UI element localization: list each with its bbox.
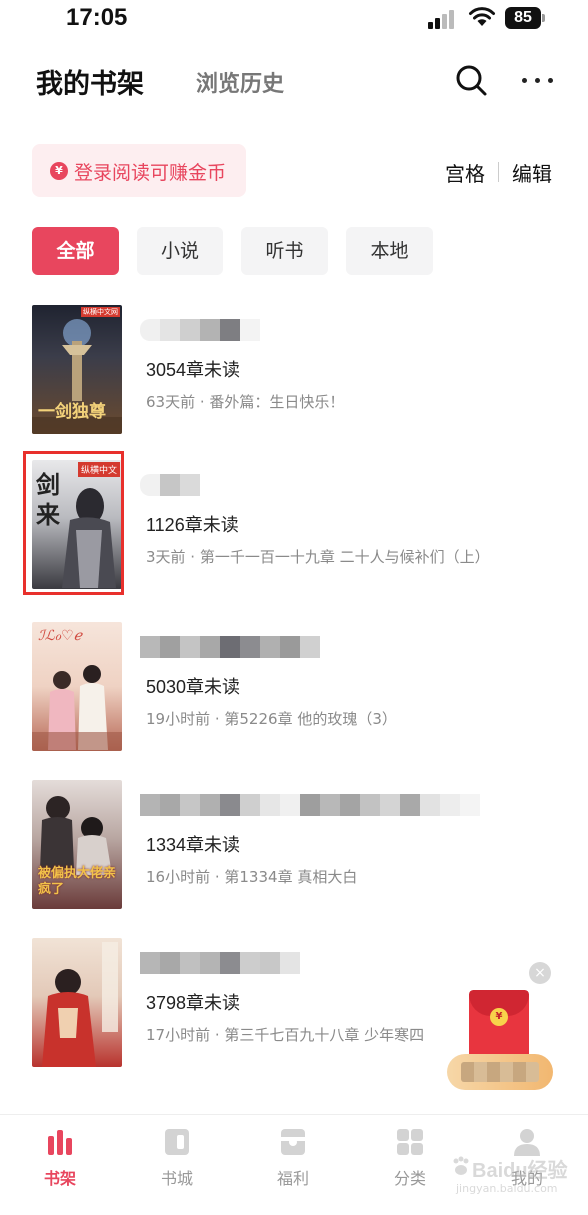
book-cover[interactable]: 纵横中文网 一剑独尊 (32, 305, 122, 434)
book-update-info: 63天前 · 番外篇：生日快乐！ (146, 393, 345, 411)
login-earn-coins-banner[interactable]: ¥ 登录阅读可赚金币 (32, 144, 246, 197)
filter-local[interactable]: 本地 (346, 227, 433, 275)
book-item[interactable]: 纵横中文网 一剑独尊 3054章未读 63天前 · 番外篇：生日快乐！ (0, 305, 588, 435)
unread-count: 1126章未读 (146, 515, 239, 535)
book-cover[interactable]: ℐℒℴ♡ℯ (32, 622, 122, 751)
svg-text:ℐℒℴ♡ℯ: ℐℒℴ♡ℯ (38, 628, 84, 644)
red-packet-seal: ¥ (490, 1008, 508, 1026)
tab-label: 福利 (276, 1169, 309, 1188)
paw-icon (453, 1156, 469, 1175)
coin-icon: ¥ (50, 162, 68, 180)
unread-count: 5030章未读 (146, 677, 241, 697)
tab-browse-history[interactable]: 浏览历史 (196, 66, 284, 98)
baidu-watermark: Baidu经验 jingyan.baidu.com (450, 1152, 568, 1200)
red-packet-icon[interactable]: ¥ (469, 990, 529, 1060)
book-update-info: 19小时前 · 第5226章 他的玫瑰（3） (146, 710, 397, 728)
cover-art: ℐℒℴ♡ℯ (32, 628, 122, 751)
more-options-icon[interactable] (520, 64, 554, 94)
book-cover[interactable] (32, 938, 122, 1067)
book-update-info: 3天前 · 第一千一百一十九章 二十人与候补们（上） (146, 548, 490, 566)
cellular-signal-icon (428, 9, 458, 29)
tab-bookstore[interactable]: 书城 (137, 1127, 217, 1197)
book-store-icon (165, 1129, 189, 1155)
cover-title: 被偏执大佬亲疯了 (38, 866, 117, 897)
unread-count: 1334章未读 (146, 835, 241, 855)
selected-cover-highlight (23, 451, 124, 595)
tab-label: 书城 (160, 1169, 193, 1188)
wifi-icon (469, 7, 495, 26)
cover-title: 一剑独尊 (38, 402, 106, 422)
book-update-info: 16小时前 · 第1334章 真相大白 (146, 868, 358, 886)
tab-label: 分类 (393, 1169, 426, 1188)
status-bar: 17:05 85 (0, 0, 588, 40)
gift-box-icon (281, 1129, 305, 1155)
cover-art (42, 942, 118, 1067)
red-packet-label[interactable] (447, 1054, 553, 1090)
grid-view-button[interactable]: 宫格 (445, 158, 485, 187)
tab-label: 书架 (43, 1169, 76, 1188)
search-icon[interactable] (453, 62, 489, 98)
filter-audiobook[interactable]: 听书 (241, 227, 328, 275)
tab-my-bookshelf[interactable]: 我的书架 (36, 62, 144, 101)
close-icon[interactable]: × (529, 962, 551, 984)
tab-bookshelf[interactable]: 书架 (20, 1127, 100, 1197)
watermark-text: Baidu经验 (472, 1160, 568, 1182)
category-grid-icon (397, 1129, 423, 1155)
cover-publisher-badge: 纵横中文网 (81, 307, 120, 317)
toolbar-divider (498, 162, 499, 182)
red-packet-widget[interactable]: × ¥ (447, 962, 555, 1092)
unread-count: 3798章未读 (146, 993, 241, 1013)
bookshelf-icon (48, 1130, 72, 1155)
battery-indicator: 85 (505, 7, 541, 29)
watermark-url: jingyan.baidu.com (456, 1182, 558, 1195)
edit-button[interactable]: 编辑 (512, 158, 552, 187)
banner-text: 登录阅读可赚金币 (74, 162, 227, 184)
book-item[interactable]: ℐℒℴ♡ℯ 5030章未读 19小时前 · 第5226章 他的玫瑰（3） (0, 622, 588, 752)
book-cover[interactable]: 被偏执大佬亲疯了 (32, 780, 122, 909)
tab-category[interactable]: 分类 (370, 1127, 450, 1197)
filter-novel[interactable]: 小说 (137, 227, 223, 275)
status-time: 17:05 (66, 4, 128, 31)
red-packet-label-redacted (461, 1062, 539, 1082)
filter-all[interactable]: 全部 (32, 227, 119, 275)
battery-tip (542, 14, 545, 22)
book-item[interactable]: 被偏执大佬亲疯了 1334章未读 16小时前 · 第1334章 真相大白 (0, 780, 588, 910)
book-update-info: 17小时前 · 第三千七百九十八章 少年寒四 (146, 1026, 425, 1044)
unread-count: 3054章未读 (146, 360, 241, 380)
tab-welfare[interactable]: 福利 (253, 1127, 333, 1197)
